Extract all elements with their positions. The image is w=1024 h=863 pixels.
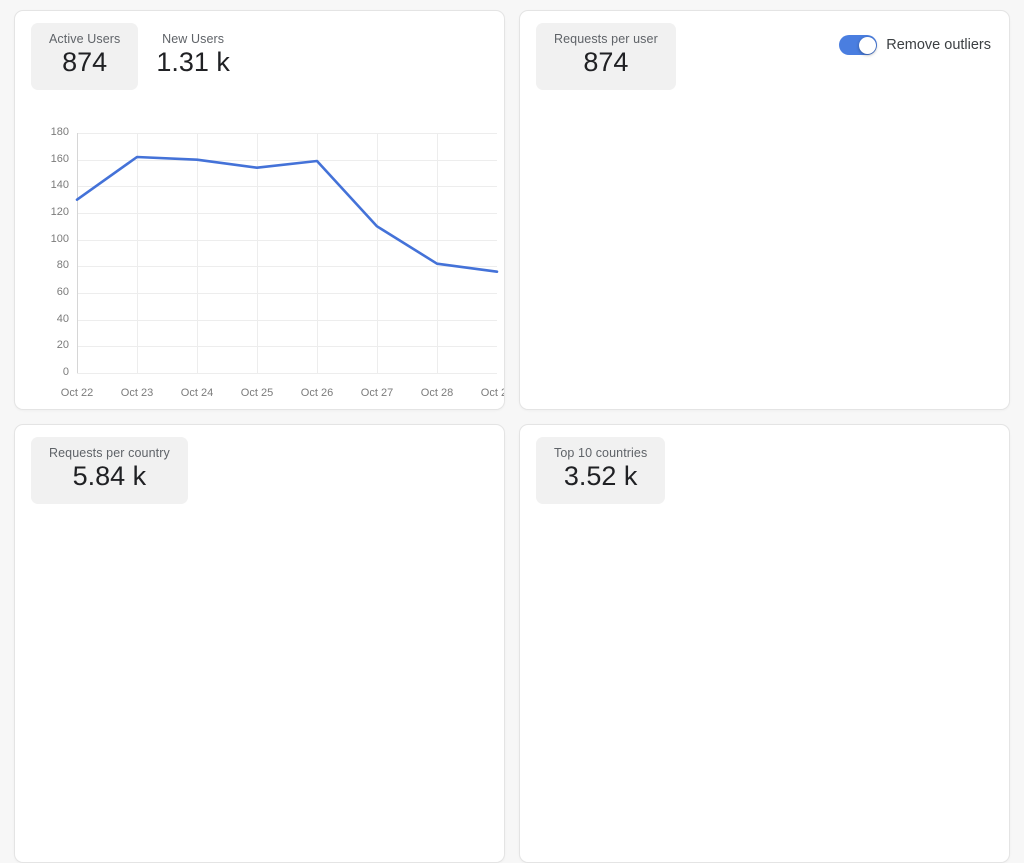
metric-label: Active Users [49,32,121,46]
metric-value: 874 [583,47,629,77]
metric-chip-requests-per-country[interactable]: Requests per country 5.84 k [31,437,188,504]
line-chart-active-users[interactable]: 0 20 40 60 80 100 120 140 160 180 Oct 22 Oct 23 Oct … [51,126,504,399]
metric-value: 5.84 k [72,461,147,491]
card-requests-per-user: Requests per user 874 Remove outliers 05… [519,10,1010,410]
metric-chip-top-countries[interactable]: Top 10 countries 3.52 k [536,437,666,504]
y-axis-tick: 100 [50,232,69,245]
remove-outliers-switch[interactable] [839,35,878,55]
y-axis-tick: 20 [56,339,69,352]
metric-chip-row-active-users: Active Users 874 New Users 1.31 k [15,11,504,90]
x-axis-tick: Oct 25 [240,387,274,399]
y-axis-tick: 80 [56,259,69,272]
y-axis-tick: 60 [56,286,69,298]
metric-chip-row-top-countries: Top 10 countries 3.52 k [520,425,1009,504]
x-axis-tick: Oct 28 [420,387,454,399]
metric-chip-new-users[interactable]: New Users 1.31 k [138,23,248,90]
card-active-users: Active Users 874 New Users 1.31 k 0 20 40 6… [14,10,505,410]
card-top-countries: Top 10 countries 3.52 k USPTINCAGBFRAUBR… [519,424,1010,863]
x-axis-tick: Oct 26 [300,387,334,399]
y-axis-tick: 180 [50,126,69,138]
metric-chip-active-users[interactable]: Active Users 874 [31,23,139,90]
remove-outliers-label: Remove outliers [886,37,991,53]
dashboard-grid: Active Users 874 New Users 1.31 k 0 20 40 6… [0,0,1024,863]
metric-label: Requests per user [554,32,658,46]
metric-chip-requests-per-user[interactable]: Requests per user 874 [536,23,676,90]
line-series-path [75,155,499,273]
metric-label: New Users [162,32,225,46]
line-series-svg [75,155,499,273]
x-axis-tick: Oct 29 [480,387,504,399]
remove-outliers-toggle-group[interactable]: Remove outliers [839,35,991,55]
metric-chip-row-requests-per-country: Requests per country 5.84 k [15,425,504,504]
metric-value: 874 [62,47,108,77]
x-axis-tick: Oct 22 [60,387,94,399]
metric-value: 3.52 k [563,461,638,491]
y-axis-tick: 140 [50,179,69,192]
x-axis-tick: Oct 23 [120,387,154,399]
gridline [77,373,497,374]
card-requests-per-country: Requests per country 5.84 k [14,424,505,863]
x-axis-tick: Oct 24 [180,387,214,399]
y-axis-tick: 160 [50,152,69,165]
switch-knob-icon [858,36,876,54]
y-axis-tick: 120 [50,206,69,218]
y-axis-tick: 0 [62,366,69,378]
metric-label: Top 10 countries [554,446,648,460]
x-axis-tick: Oct 27 [360,387,394,399]
metric-label: Requests per country [49,446,170,460]
y-axis-tick: 40 [56,312,69,325]
metric-value: 1.31 k [156,47,230,77]
